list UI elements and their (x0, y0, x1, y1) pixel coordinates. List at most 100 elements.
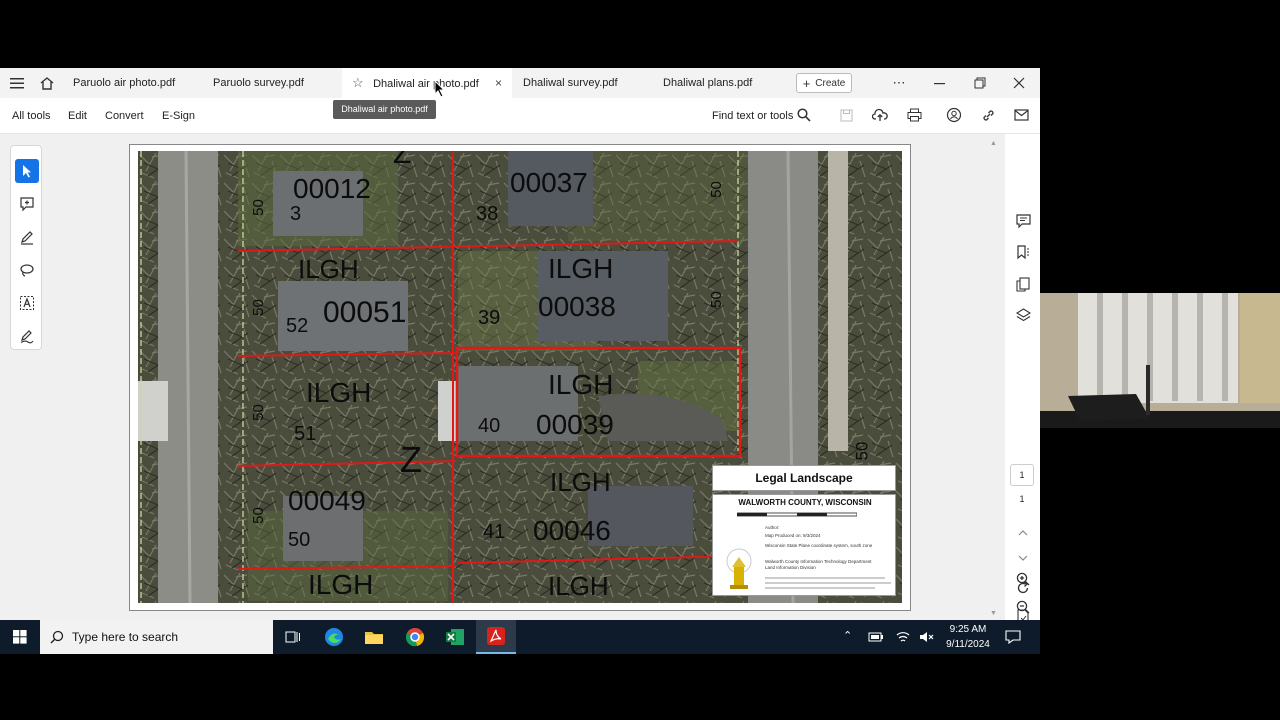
highlight-pen-icon[interactable] (15, 225, 39, 249)
clock-date[interactable]: 9/11/2024 (940, 637, 996, 652)
zoning-label: ILGH (306, 377, 372, 408)
county-seal-icon (726, 548, 752, 589)
lot-label: 38 (476, 203, 499, 225)
create-button[interactable]: + Create (796, 73, 852, 93)
file-explorer-icon[interactable] (354, 620, 394, 654)
draw-lasso-icon[interactable] (15, 258, 39, 282)
tab-label: Paruolo survey.pdf (213, 77, 304, 89)
current-page-input[interactable]: 1 (1010, 464, 1034, 486)
create-label: Create (815, 77, 846, 89)
bookmark-icon[interactable] (1012, 241, 1034, 263)
dimension-label: 50 (249, 507, 267, 524)
layers-icon[interactable] (1012, 304, 1034, 326)
save-icon[interactable] (838, 107, 854, 123)
comment-icon[interactable] (1012, 210, 1034, 232)
notifications-icon[interactable] (1005, 630, 1021, 644)
text-select-icon[interactable] (15, 291, 39, 315)
task-view-icon[interactable] (273, 620, 313, 654)
parcel-label: 00038 (538, 291, 616, 322)
find-text-or-tools[interactable]: Find text or tools (712, 98, 793, 134)
parcel-label: 00039 (536, 409, 614, 440)
legend-division: Land Information Division (765, 565, 816, 570)
email-icon[interactable] (1013, 107, 1029, 123)
parcel-label: 00037 (510, 167, 588, 198)
star-icon[interactable]: ☆ (352, 68, 366, 98)
tab-bar: Paruolo air photo.pdf Paruolo survey.pdf… (0, 68, 1040, 98)
home-icon[interactable] (38, 74, 56, 92)
aerial-photo-map: 00012 3 00037 38 ILGH ILGH 00038 39 52 0… (138, 151, 902, 603)
lot-label: 40 (478, 415, 501, 437)
dimension-label: 50 (249, 199, 267, 216)
video-overlay (1040, 293, 1280, 428)
video-frame (1040, 293, 1280, 428)
dimension-label: 50 (249, 404, 267, 421)
zoning-label: ILGH (298, 254, 359, 284)
total-pages: 1 (1019, 494, 1025, 504)
lot-label: 52 (286, 315, 309, 337)
minimize-icon[interactable] (931, 74, 949, 92)
parcel-label: 00046 (533, 515, 611, 546)
zoning-label: ILGH (548, 253, 614, 284)
legend-author: Author: (765, 525, 780, 530)
close-tab-icon[interactable]: × (495, 68, 502, 98)
menu-convert[interactable]: Convert (105, 98, 144, 134)
legend-title: Legal Landscape (712, 465, 896, 491)
pages-icon[interactable] (1012, 273, 1034, 295)
clock-time[interactable]: 9:25 AM (940, 622, 996, 637)
lot-label: 50 (288, 529, 311, 551)
zoning-label: ILGH (550, 467, 611, 497)
lot-label: 39 (478, 307, 501, 329)
chevron-down-icon[interactable] (1012, 547, 1034, 569)
zoom-in-icon[interactable] (1012, 568, 1034, 590)
scroll-down-arrow-icon[interactable]: ▼ (990, 610, 997, 617)
dimension-label: 50 (852, 441, 872, 461)
link-icon[interactable] (980, 107, 996, 123)
excel-icon[interactable] (435, 620, 475, 654)
more-options-icon[interactable]: ⋯ (890, 74, 908, 92)
legend-fine-print (765, 575, 893, 593)
tab-dhaliwal-air-photo[interactable]: ☆ Dhaliwal air photo.pdf × (342, 68, 512, 98)
quick-tools-panel (10, 145, 42, 350)
select-pointer-icon[interactable] (15, 159, 39, 183)
menu-esign[interactable]: E-Sign (162, 98, 195, 134)
share-user-icon[interactable] (946, 107, 962, 123)
wifi-icon[interactable] (896, 630, 910, 644)
zoning-label: ILGH (548, 571, 609, 601)
tab-tooltip: Dhaliwal air photo.pdf (333, 100, 436, 119)
print-icon[interactable] (906, 107, 922, 123)
hamburger-menu-icon[interactable] (8, 75, 26, 91)
dimension-label: 50 (249, 299, 267, 316)
menu-all-tools[interactable]: All tools (12, 98, 51, 134)
tab-dhaliwal-survey[interactable]: Dhaliwal survey.pdf (512, 68, 652, 98)
sign-icon[interactable] (15, 324, 39, 348)
tab-dhaliwal-plans[interactable]: Dhaliwal plans.pdf (652, 68, 792, 98)
plus-icon: + (802, 75, 811, 91)
mouse-cursor-icon (434, 80, 446, 98)
battery-icon[interactable] (868, 631, 884, 643)
pdf-page: 00012 3 00037 38 ILGH ILGH 00038 39 52 0… (129, 144, 911, 611)
chevron-up-icon[interactable] (1012, 522, 1034, 544)
lot-label: 3 (290, 203, 302, 225)
tab-paruolo-survey[interactable]: Paruolo survey.pdf (202, 68, 342, 98)
taskbar-search[interactable]: Type here to search (40, 620, 273, 654)
edge-browser-icon[interactable] (314, 620, 354, 654)
lot-label: 41 (483, 521, 506, 543)
windows-start-icon[interactable] (0, 620, 40, 654)
add-comment-icon[interactable] (15, 192, 39, 216)
upload-cloud-icon[interactable] (872, 107, 888, 123)
chrome-icon[interactable] (395, 620, 435, 654)
scroll-up-arrow-icon[interactable]: ▲ (990, 140, 997, 147)
zoning-label: Z (400, 439, 422, 480)
windows-taskbar: Type here to search ⌃ 9:25 AM 9/11/2024 (0, 620, 1040, 654)
volume-muted-icon[interactable] (919, 630, 935, 644)
restore-icon[interactable] (971, 74, 989, 92)
show-hidden-icons-chevron-icon[interactable]: ⌃ (843, 629, 852, 642)
tab-paruolo-air-photo[interactable]: Paruolo air photo.pdf (62, 68, 202, 98)
acrobat-taskbar-icon[interactable] (476, 620, 516, 654)
menu-edit[interactable]: Edit (68, 98, 87, 134)
zoom-out-icon[interactable] (1012, 596, 1034, 618)
search-icon[interactable] (796, 107, 812, 123)
toolbar: All tools Edit Convert E-Sign Find text … (0, 98, 1040, 134)
close-window-icon[interactable] (1010, 74, 1028, 92)
legend-panel: WALWORTH COUNTY, WISCONSIN Author: Map P… (712, 494, 896, 596)
